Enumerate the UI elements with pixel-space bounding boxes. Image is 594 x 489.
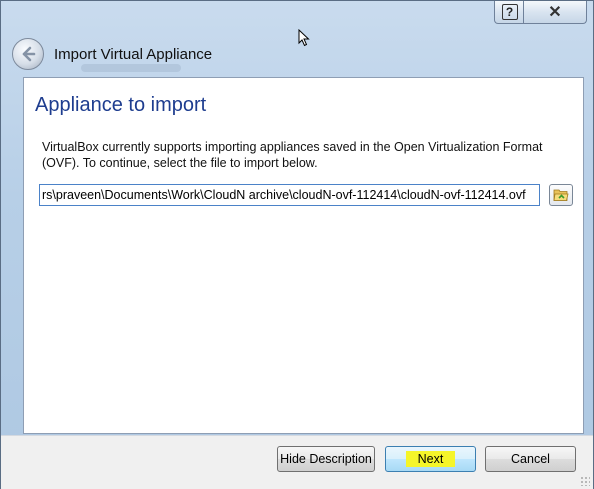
help-icon: ?: [501, 4, 518, 20]
browse-file-button[interactable]: [549, 184, 573, 206]
dialog-title: Import Virtual Appliance: [54, 46, 213, 63]
resize-grip[interactable]: [580, 476, 590, 486]
button-bar: Hide Description Next Cancel: [1, 435, 593, 489]
wizard-page: Appliance to import VirtualBox currently…: [23, 77, 584, 434]
back-arrow-icon: [22, 46, 36, 62]
page-description: VirtualBox currently supports importing …: [42, 140, 543, 170]
close-icon: ✕: [548, 4, 562, 21]
hide-description-button[interactable]: Hide Description: [277, 446, 375, 472]
next-button[interactable]: Next: [385, 446, 476, 472]
back-button[interactable]: [12, 38, 44, 70]
file-path-value: rs\praveen\Documents\Work\CloudN archive…: [42, 188, 526, 202]
title-glow-decoration: [81, 64, 181, 72]
mouse-cursor-icon: [298, 29, 310, 47]
folder-open-icon: [553, 189, 569, 201]
close-button[interactable]: ✕: [523, 1, 587, 24]
cancel-button[interactable]: Cancel: [485, 446, 576, 472]
import-appliance-window: ? ✕ Import Virtual Appliance Appliance t…: [0, 0, 594, 489]
file-path-input[interactable]: rs\praveen\Documents\Work\CloudN archive…: [39, 184, 540, 206]
page-heading: Appliance to import: [35, 94, 207, 116]
next-button-label: Next: [405, 451, 456, 467]
help-button[interactable]: ?: [494, 1, 525, 24]
